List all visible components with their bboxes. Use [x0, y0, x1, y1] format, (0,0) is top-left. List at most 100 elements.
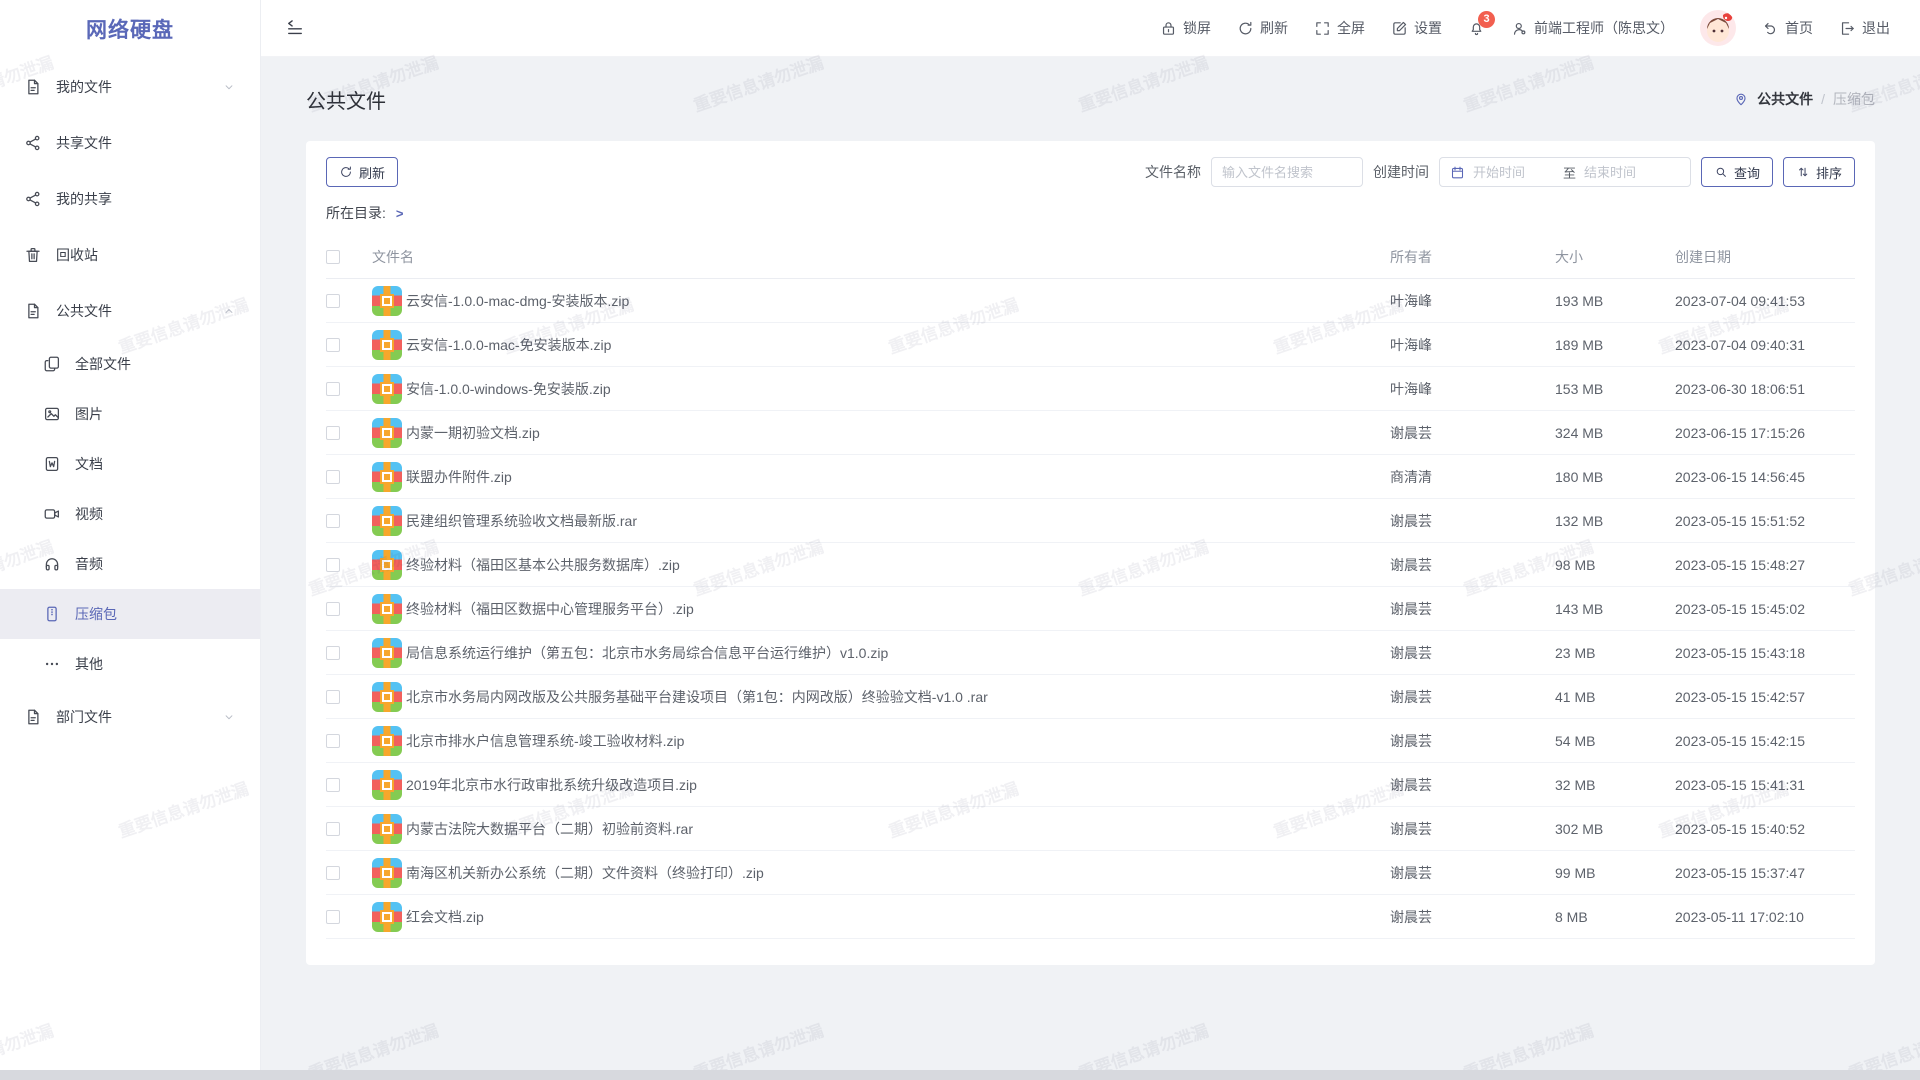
sidebar-item-archives[interactable]: 压缩包	[0, 589, 260, 639]
table-row[interactable]: 内蒙一期初验文档.zip谢晨芸324 MB2023-06-15 17:15:26	[326, 411, 1855, 455]
horizontal-scrollbar[interactable]	[0, 1070, 1920, 1080]
file-name[interactable]: 云安信-1.0.0-mac-dmg-安装版本.zip	[406, 291, 1390, 311]
topbar-action-logout[interactable]: 退出	[1839, 18, 1890, 38]
file-date: 2023-07-04 09:41:53	[1675, 293, 1855, 309]
file-size: 41 MB	[1555, 689, 1675, 705]
end-date-input[interactable]	[1584, 165, 1666, 180]
table-row[interactable]: 北京市水务局内网改版及公共服务基础平台建设项目（第1包：内网改版）终验验文档-v…	[326, 675, 1855, 719]
sidebar-item-dept-files[interactable]: 部门文件	[0, 689, 260, 745]
file-owner: 谢晨芸	[1390, 423, 1555, 443]
topbar-actions: 锁屏 刷新 全屏 设置 3 前端工程师（陈思文） 首页 退出	[1160, 10, 1890, 46]
query-button[interactable]: 查询	[1701, 157, 1773, 187]
row-checkbox[interactable]	[326, 778, 340, 792]
table-row[interactable]: 民建组织管理系统验收文档最新版.rar谢晨芸132 MB2023-05-15 1…	[326, 499, 1855, 543]
file-name[interactable]: 终验材料（福田区基本公共服务数据库）.zip	[406, 555, 1390, 575]
directory-root-arrow[interactable]: >	[396, 206, 404, 221]
topbar-action-refresh[interactable]: 刷新	[1237, 18, 1288, 38]
row-checkbox[interactable]	[326, 646, 340, 660]
column-header-date: 创建日期	[1675, 247, 1855, 267]
date-range-separator: 至	[1563, 163, 1576, 182]
file-name[interactable]: 南海区机关新办公系统（二期）文件资料（终验打印）.zip	[406, 863, 1390, 883]
row-checkbox[interactable]	[326, 734, 340, 748]
sidebar-item-recycle-bin[interactable]: 回收站	[0, 227, 260, 283]
row-checkbox[interactable]	[326, 338, 340, 352]
select-all-checkbox[interactable]	[326, 250, 340, 264]
collapse-sidebar-icon[interactable]	[285, 18, 305, 38]
file-name[interactable]: 北京市水务局内网改版及公共服务基础平台建设项目（第1包：内网改版）终验验文档-v…	[406, 687, 1390, 707]
sidebar-item-public-files[interactable]: 公共文件	[0, 283, 260, 339]
row-checkbox[interactable]	[326, 514, 340, 528]
table-row[interactable]: 南海区机关新办公系统（二期）文件资料（终验打印）.zip谢晨芸99 MB2023…	[326, 851, 1855, 895]
user-avatar[interactable]	[1700, 10, 1736, 46]
sidebar-item-all-files[interactable]: 全部文件	[0, 339, 260, 389]
table-row[interactable]: 局信息系统运行维护（第五包：北京市水务局综合信息平台运行维护）v1.0.zip谢…	[326, 631, 1855, 675]
row-checkbox[interactable]	[326, 690, 340, 704]
sidebar-item-label: 我的共享	[56, 189, 112, 209]
sidebar-item-others[interactable]: 其他	[0, 639, 260, 689]
file-icon	[24, 78, 42, 96]
sidebar-item-documents[interactable]: 文档	[0, 439, 260, 489]
file-name[interactable]: 内蒙一期初验文档.zip	[406, 423, 1390, 443]
topbar-action-settings[interactable]: 设置	[1391, 18, 1442, 38]
query-button-label: 查询	[1734, 163, 1760, 182]
file-name[interactable]: 红会文档.zip	[406, 907, 1390, 927]
row-checkbox[interactable]	[326, 426, 340, 440]
created-time-label: 创建时间	[1373, 162, 1429, 182]
topbar-action-lock-screen[interactable]: 锁屏	[1160, 18, 1211, 38]
file-name[interactable]: 内蒙古法院大数据平台（二期）初验前资料.rar	[406, 819, 1390, 839]
table-row[interactable]: 内蒙古法院大数据平台（二期）初验前资料.rar谢晨芸302 MB2023-05-…	[326, 807, 1855, 851]
file-name[interactable]: 安信-1.0.0-windows-免安装版.zip	[406, 379, 1390, 399]
start-date-input[interactable]	[1473, 165, 1555, 180]
sidebar-item-my-files[interactable]: 我的文件	[0, 59, 260, 115]
topbar-action-fullscreen[interactable]: 全屏	[1314, 18, 1365, 38]
row-checkbox[interactable]	[326, 294, 340, 308]
sidebar-item-images[interactable]: 图片	[0, 389, 260, 439]
file-owner: 谢晨芸	[1390, 819, 1555, 839]
table-row[interactable]: 2019年北京市水行政审批系统升级改造项目.zip谢晨芸32 MB2023-05…	[326, 763, 1855, 807]
file-name[interactable]: 云安信-1.0.0-mac-免安装版本.zip	[406, 335, 1390, 355]
table-row[interactable]: 安信-1.0.0-windows-免安装版.zip叶海峰153 MB2023-0…	[326, 367, 1855, 411]
topbar-action-profile[interactable]: 前端工程师（陈思文）	[1511, 18, 1674, 38]
sidebar-item-shared-files[interactable]: 共享文件	[0, 115, 260, 171]
file-name[interactable]: 北京市排水户信息管理系统-竣工验收材料.zip	[406, 731, 1390, 751]
file-name[interactable]: 联盟办件附件.zip	[406, 467, 1390, 487]
file-owner: 谢晨芸	[1390, 599, 1555, 619]
table-row[interactable]: 云安信-1.0.0-mac-dmg-安装版本.zip叶海峰193 MB2023-…	[326, 279, 1855, 323]
file-size: 189 MB	[1555, 337, 1675, 353]
table-row[interactable]: 云安信-1.0.0-mac-免安装版本.zip叶海峰189 MB2023-07-…	[326, 323, 1855, 367]
file-name[interactable]: 民建组织管理系统验收文档最新版.rar	[406, 511, 1390, 531]
fullscreen-icon	[1314, 20, 1331, 37]
file-icon	[24, 302, 42, 320]
row-checkbox[interactable]	[326, 470, 340, 484]
row-checkbox[interactable]	[326, 602, 340, 616]
date-range-picker[interactable]: 至	[1439, 157, 1691, 187]
sidebar-menu: 我的文件共享文件我的共享回收站公共文件全部文件图片文档视频音频压缩包其他部门文件	[0, 57, 260, 745]
breadcrumb-item-public-files[interactable]: 公共文件	[1757, 89, 1813, 109]
file-date: 2023-05-15 15:42:57	[1675, 689, 1855, 705]
file-name[interactable]: 局信息系统运行维护（第五包：北京市水务局综合信息平台运行维护）v1.0.zip	[406, 643, 1390, 663]
row-checkbox[interactable]	[326, 382, 340, 396]
filename-input[interactable]	[1211, 157, 1363, 187]
row-checkbox[interactable]	[326, 822, 340, 836]
table-row[interactable]: 联盟办件附件.zip商清清180 MB2023-06-15 14:56:45	[326, 455, 1855, 499]
sort-button[interactable]: 排序	[1783, 157, 1855, 187]
calendar-icon	[1450, 165, 1465, 180]
topbar-action-notifications[interactable]: 3	[1468, 20, 1485, 37]
sidebar-item-audios[interactable]: 音频	[0, 539, 260, 589]
file-name[interactable]: 终验材料（福田区数据中心管理服务平台）.zip	[406, 599, 1390, 619]
archive-file-icon	[372, 330, 402, 360]
breadcrumb-separator: /	[1821, 91, 1825, 107]
table-row[interactable]: 终验材料（福田区数据中心管理服务平台）.zip谢晨芸143 MB2023-05-…	[326, 587, 1855, 631]
refresh-button[interactable]: 刷新	[326, 157, 398, 187]
sidebar-item-videos[interactable]: 视频	[0, 489, 260, 539]
table-row[interactable]: 终验材料（福田区基本公共服务数据库）.zip谢晨芸98 MB2023-05-15…	[326, 543, 1855, 587]
row-checkbox[interactable]	[326, 558, 340, 572]
table-row[interactable]: 红会文档.zip谢晨芸8 MB2023-05-11 17:02:10	[326, 895, 1855, 939]
table-row[interactable]: 北京市排水户信息管理系统-竣工验收材料.zip谢晨芸54 MB2023-05-1…	[326, 719, 1855, 763]
row-checkbox[interactable]	[326, 910, 340, 924]
topbar-action-home[interactable]: 首页	[1762, 18, 1813, 38]
sidebar-item-my-shares[interactable]: 我的共享	[0, 171, 260, 227]
row-checkbox[interactable]	[326, 866, 340, 880]
topbar-action-avatar[interactable]	[1700, 10, 1736, 46]
file-name[interactable]: 2019年北京市水行政审批系统升级改造项目.zip	[406, 775, 1390, 795]
